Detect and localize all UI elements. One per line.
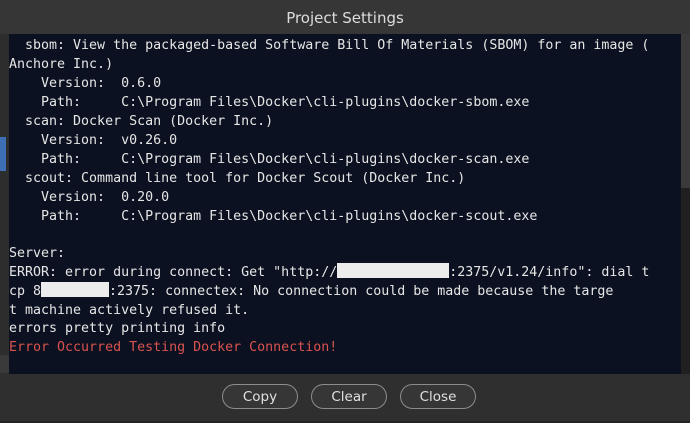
console-line: Path: C:\Program Files\Docker\cli-plugin… <box>9 209 538 224</box>
error-text-suffix: :2375: connectex: No connection could be… <box>109 284 614 299</box>
dialog-footer: Copy Clear Close <box>0 374 690 423</box>
error-text-prefix: ERROR: error during connect: Get "http:/… <box>9 265 338 280</box>
console-line: Path: C:\Program Files\Docker\cli-plugin… <box>9 95 530 110</box>
left-panel-marker <box>0 137 6 171</box>
left-panel-edge <box>0 34 9 374</box>
console-line: Version: v0.26.0 <box>9 133 178 148</box>
console-line: Server: <box>9 246 66 261</box>
failure-message: Error Occurred Testing Docker Connection… <box>9 340 338 355</box>
error-line: cp 8 :2375: connectex: No connection coul… <box>9 282 613 301</box>
redacted-host <box>337 263 450 278</box>
console-line: Anchore Inc.) <box>9 57 114 72</box>
left-panel-bottom-edge <box>0 355 9 373</box>
console-line: scan: Docker Scan (Docker Inc.) <box>9 114 274 129</box>
console-line: Path: C:\Program Files\Docker\cli-plugin… <box>9 152 530 167</box>
project-settings-dialog: Project Settings sbom: View the packaged… <box>0 0 690 423</box>
clear-button[interactable]: Clear <box>311 384 387 409</box>
error-text-suffix: :2375/v1.24/info": dial t <box>449 265 650 280</box>
error-line: t machine actively refused it. <box>9 303 250 318</box>
title-bar[interactable]: Project Settings <box>0 0 690 35</box>
dialog-title: Project Settings <box>286 9 404 27</box>
console-line: scout: Command line tool for Docker Scou… <box>9 171 466 186</box>
close-button[interactable]: Close <box>400 384 476 409</box>
console-line: Version: 0.20.0 <box>9 190 170 205</box>
redacted-host <box>41 282 110 297</box>
console-line: Version: 0.6.0 <box>9 76 162 91</box>
console-line: errors pretty printing info <box>9 321 226 336</box>
copy-button[interactable]: Copy <box>222 384 298 409</box>
console-line: sbom: View the packaged-based Software B… <box>9 38 650 53</box>
console-output[interactable]: sbom: View the packaged-based Software B… <box>9 34 681 374</box>
error-line: ERROR: error during connect: Get "http:/… <box>9 263 649 282</box>
vertical-scrollbar[interactable] <box>681 188 690 374</box>
error-text-prefix: cp 8 <box>9 284 42 299</box>
